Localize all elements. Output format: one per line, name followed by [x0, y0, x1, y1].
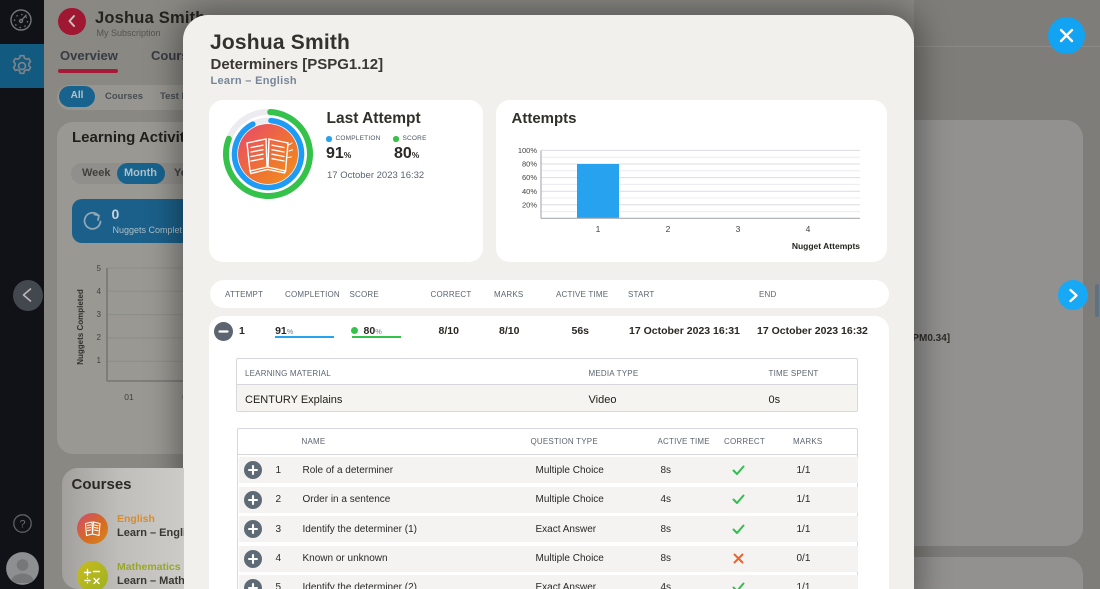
svg-text:?: ?: [19, 519, 25, 531]
svg-text:80%: 80%: [521, 159, 536, 168]
svg-text:4: 4: [97, 287, 102, 296]
svg-text:Nugget Attempts: Nugget Attempts: [791, 241, 859, 251]
svg-text:3: 3: [735, 224, 740, 234]
svg-text:3: 3: [97, 310, 102, 319]
svg-text:01: 01: [124, 392, 134, 402]
svg-text:20%: 20%: [521, 200, 536, 209]
svg-text:4: 4: [805, 224, 810, 234]
svg-text:5: 5: [97, 264, 102, 273]
svg-text:Nuggets Completed: Nuggets Completed: [76, 289, 85, 365]
svg-text:2: 2: [665, 224, 670, 234]
svg-text:60%: 60%: [521, 173, 536, 182]
svg-text:100%: 100%: [517, 146, 537, 155]
svg-text:1: 1: [595, 224, 600, 234]
svg-text:40%: 40%: [521, 186, 536, 195]
svg-text:1: 1: [97, 356, 102, 365]
svg-text:2: 2: [97, 333, 102, 342]
